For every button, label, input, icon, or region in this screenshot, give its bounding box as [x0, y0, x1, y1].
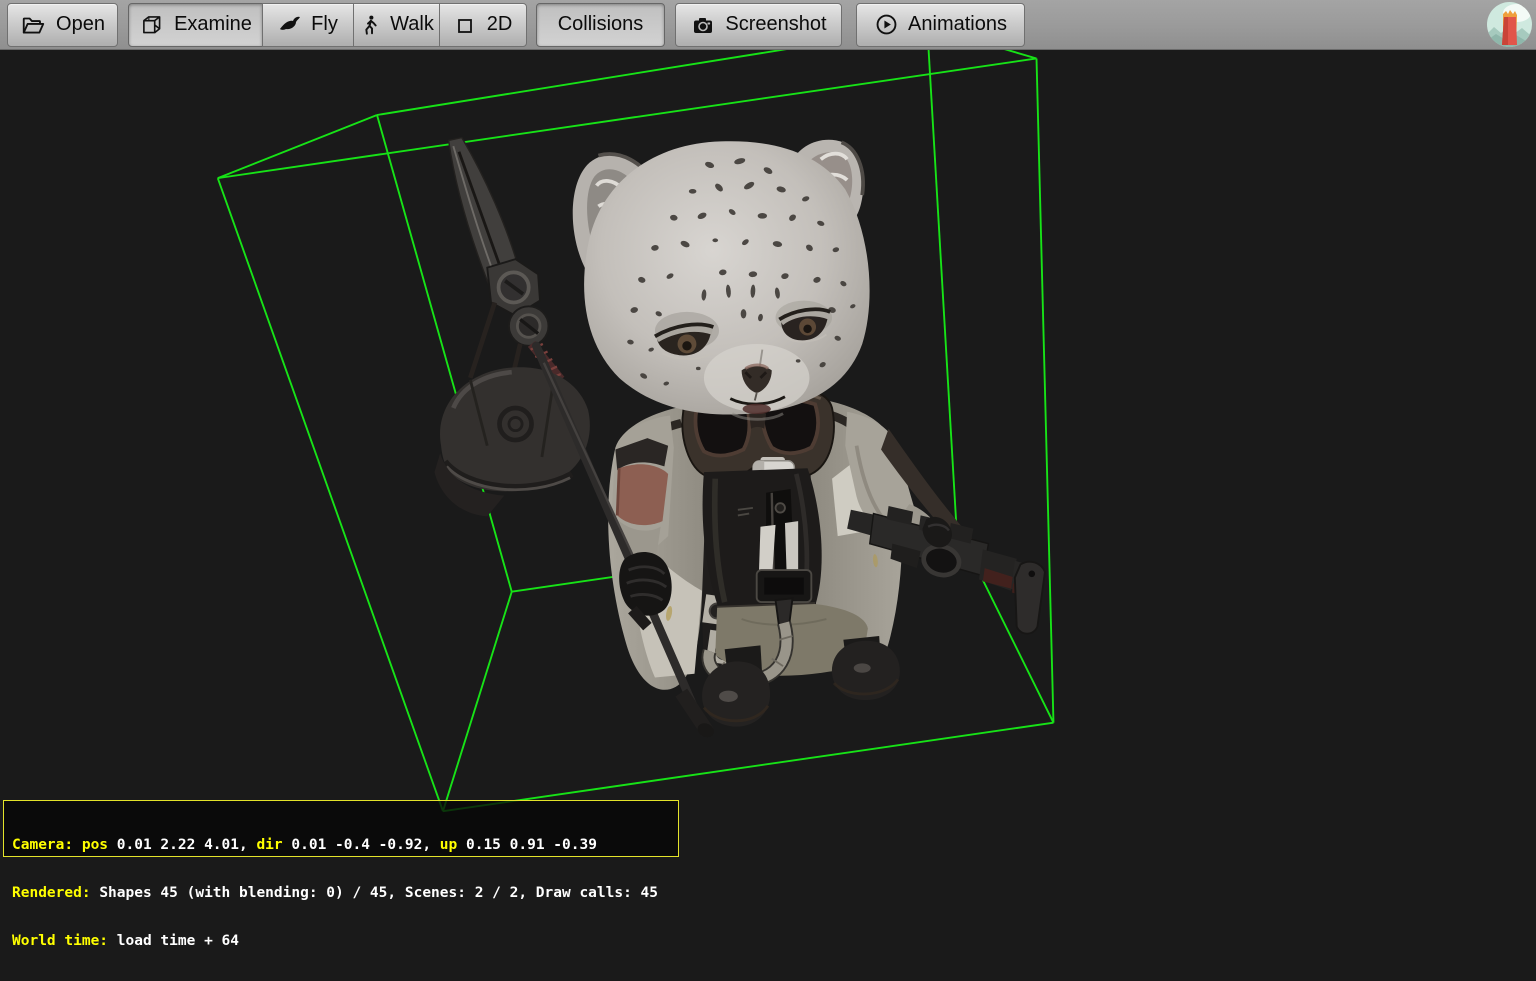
status-text-segment: World time:: [12, 933, 117, 949]
head: [573, 140, 870, 420]
status-line-rendered: Rendered: Shapes 45 (with blending: 0) /…: [12, 885, 678, 901]
camera-status-panel: Camera: pos 0.01 2.22 4.01, dir 0.01 -0.…: [3, 800, 679, 857]
status-line-camera: Camera: pos 0.01 2.22 4.01, dir 0.01 -0.…: [12, 837, 678, 853]
collisions-button-label: Collisions: [558, 13, 644, 36]
spear-blade: [449, 138, 561, 380]
screenshot-button-label: Screenshot: [725, 13, 826, 36]
examine-mode-button[interactable]: Examine: [128, 3, 263, 47]
examine-button-label: Examine: [174, 13, 252, 36]
viewport-3d[interactable]: Camera: pos 0.01 2.22 4.01, dir 0.01 -0.…: [0, 50, 1536, 864]
animations-button-label: Animations: [908, 13, 1007, 36]
square-icon: [454, 13, 478, 37]
status-text-segment: dir: [256, 837, 291, 853]
scene-render: [0, 50, 1536, 864]
helmet: [434, 367, 589, 516]
castle-engine-logo: [1486, 1, 1533, 48]
open-button-label: Open: [56, 13, 105, 36]
status-text-segment: Shapes 45 (with blending: 0) / 45, Scene…: [99, 885, 658, 901]
animations-button[interactable]: Animations: [856, 3, 1025, 47]
2d-mode-button[interactable]: 2D: [439, 3, 527, 47]
navigation-mode-group: Examine Fly Walk: [128, 3, 527, 47]
status-text-segment: Camera: pos: [12, 837, 117, 853]
status-line-world-time: World time: load time + 64: [12, 933, 678, 949]
status-text-segment: 0.01 2.22 4.01,: [117, 837, 257, 853]
open-folder-icon: [20, 12, 47, 38]
bird-icon: [278, 13, 302, 37]
status-text-segment: 0.15 0.91 -0.39: [466, 837, 597, 853]
status-text-segment: up: [440, 837, 466, 853]
walking-person-icon: [359, 13, 381, 37]
status-text-segment: load time + 64: [117, 933, 239, 949]
play-circle-icon: [874, 12, 899, 37]
status-text-segment: 0.01 -0.4 -0.92,: [291, 837, 439, 853]
fly-mode-button[interactable]: Fly: [262, 3, 354, 47]
2d-button-label: 2D: [487, 13, 513, 36]
status-text-segment: Rendered:: [12, 885, 99, 901]
screenshot-button[interactable]: Screenshot: [675, 3, 842, 47]
collisions-toggle-button[interactable]: Collisions: [536, 3, 665, 47]
fly-button-label: Fly: [311, 13, 338, 36]
walk-button-label: Walk: [390, 13, 434, 36]
cube-icon: [139, 12, 165, 38]
walk-mode-button[interactable]: Walk: [353, 3, 440, 47]
camera-icon: [690, 13, 716, 37]
open-button[interactable]: Open: [7, 3, 118, 47]
toolbar: Open Examine Fly: [0, 0, 1536, 50]
character-model: [434, 138, 1045, 740]
